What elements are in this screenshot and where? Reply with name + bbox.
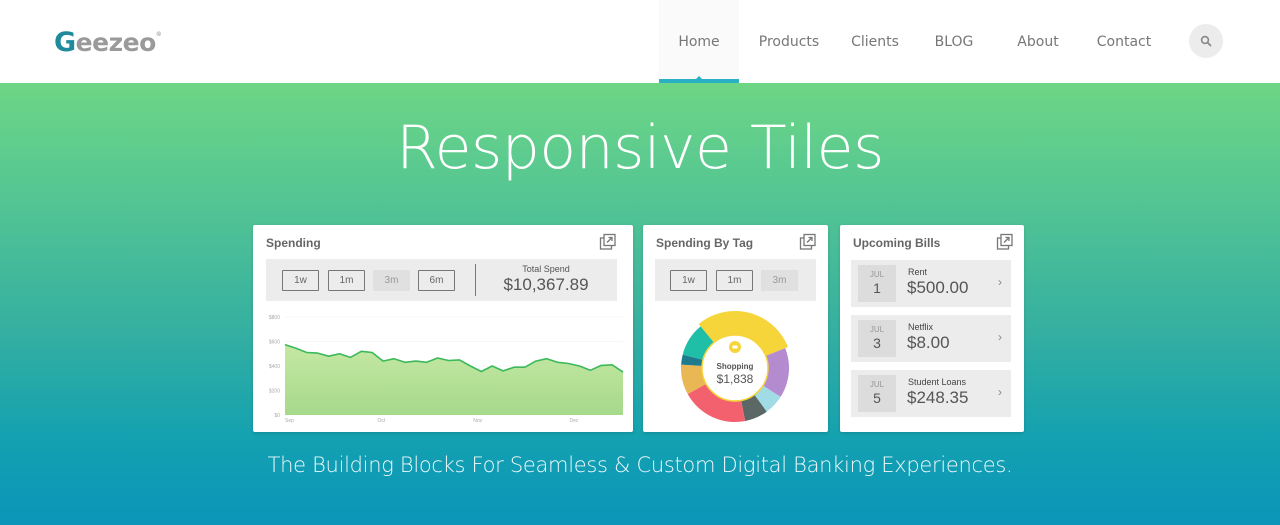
y-tick-label: $200 <box>269 388 280 394</box>
x-tick-label: Dec <box>570 418 579 424</box>
upcoming-bills-tile: Upcoming Bills JUL 1 Rent $500.00 › JUL … <box>840 225 1024 432</box>
upcoming-bills-title: Upcoming Bills <box>853 236 941 250</box>
bill-date: JUL 5 <box>858 375 896 412</box>
nav-products[interactable]: Products <box>739 0 839 83</box>
hero-section: Responsive Tiles Spending 1w 1m 3m 6m To… <box>0 83 1280 525</box>
bill-amount: $248.35 <box>907 388 969 407</box>
donut-center-value: $1,838 <box>717 372 754 386</box>
spending-range-bar: 1w 1m 3m 6m Total Spend $10,367.89 <box>266 259 617 301</box>
x-tick-label: Oct <box>377 418 385 424</box>
logo-initial: G <box>54 27 76 58</box>
bill-month: JUL <box>869 270 885 279</box>
nav-clients-label: Clients <box>851 33 899 50</box>
x-tick-label: Nov <box>473 418 482 424</box>
nav-about-label: About <box>1017 33 1059 50</box>
nav-blog-label: BLOG <box>934 33 974 50</box>
range-1m-button[interactable]: 1m <box>328 270 365 291</box>
total-spend-label: Total Spend <box>522 264 570 274</box>
range-3m-button[interactable]: 3m <box>373 270 410 291</box>
y-tick-label: $400 <box>269 364 280 370</box>
nav-contact[interactable]: Contact <box>1079 0 1169 83</box>
bill-name: Student Loans <box>908 377 967 387</box>
hero-subtitle: The Building Blocks For Seamless & Custo… <box>267 453 1013 477</box>
expand-icon[interactable] <box>599 233 617 251</box>
nav-blog[interactable]: BLOG <box>911 0 997 83</box>
hero-title: Responsive Tiles <box>396 113 884 183</box>
main-nav: Home Products Clients BLOG About Contact <box>659 0 1169 83</box>
bill-month: JUL <box>869 325 885 334</box>
nav-home[interactable]: Home <box>659 0 739 83</box>
bill-name: Netflix <box>908 322 934 332</box>
logo-text: eezeo <box>75 28 157 57</box>
spending-tile: Spending 1w 1m 3m 6m Total Spend $10,367… <box>253 225 633 432</box>
bill-name: Rent <box>908 267 928 277</box>
nav-clients[interactable]: Clients <box>839 0 911 83</box>
bill-date: JUL 1 <box>858 265 896 302</box>
spending-area-chart: $0 $200 $400 $600 $800 Sep Oct Nov Dec <box>269 315 624 424</box>
y-tick-label: $800 <box>269 315 280 321</box>
spending-by-tag-tile: Spending By Tag 1w 1m 3m Shopping $1,838 <box>643 225 828 432</box>
range-6m-button[interactable]: 6m <box>418 270 455 291</box>
bill-day: 1 <box>873 280 881 296</box>
tag-range-bar: 1w 1m 3m <box>655 259 816 301</box>
y-tick-label: $600 <box>269 339 280 345</box>
donut-center-label: Shopping <box>717 362 754 371</box>
range-1w-button[interactable]: 1w <box>670 270 707 291</box>
y-tick-label: $0 <box>274 413 280 419</box>
logo[interactable]: Geezeo® <box>54 27 162 58</box>
bill-amount: $500.00 <box>907 278 969 297</box>
bill-month: JUL <box>869 380 885 389</box>
x-tick-label: Sep <box>285 418 294 424</box>
spending-title: Spending <box>266 236 321 250</box>
spending-by-tag-donut[interactable]: Shopping$1,838 <box>676 309 794 427</box>
nav-home-label: Home <box>678 33 720 50</box>
bill-item-netflix[interactable]: JUL 3 Netflix $8.00 › <box>851 315 1011 362</box>
chevron-right-icon: › <box>998 330 1002 344</box>
nav-products-label: Products <box>758 33 820 50</box>
expand-icon[interactable] <box>996 233 1014 251</box>
logo-registered-mark: ® <box>155 31 162 38</box>
range-1w-button[interactable]: 1w <box>282 270 319 291</box>
nav-about[interactable]: About <box>997 0 1079 83</box>
bill-item-rent[interactable]: JUL 1 Rent $500.00 › <box>851 260 1011 307</box>
search-button[interactable] <box>1189 24 1223 58</box>
chevron-right-icon: › <box>998 385 1002 399</box>
site-header: Geezeo® Home Products Clients BLOG About… <box>0 0 1280 83</box>
shopping-bag-glyph <box>732 345 738 349</box>
bill-day: 3 <box>873 335 881 351</box>
total-spend-value: $10,367.89 <box>503 275 589 294</box>
bill-item-student-loans[interactable]: JUL 5 Student Loans $248.35 › <box>851 370 1011 417</box>
nav-contact-label: Contact <box>1096 33 1152 50</box>
range-1m-button[interactable]: 1m <box>716 270 753 291</box>
bill-amount: $8.00 <box>907 333 950 352</box>
bill-day: 5 <box>873 390 881 406</box>
search-icon <box>1200 35 1212 47</box>
chevron-right-icon: › <box>998 275 1002 289</box>
range-3m-button[interactable]: 3m <box>761 270 798 291</box>
bill-date: JUL 3 <box>858 320 896 357</box>
spending-by-tag-title: Spending By Tag <box>656 236 754 250</box>
expand-icon[interactable] <box>799 233 817 251</box>
